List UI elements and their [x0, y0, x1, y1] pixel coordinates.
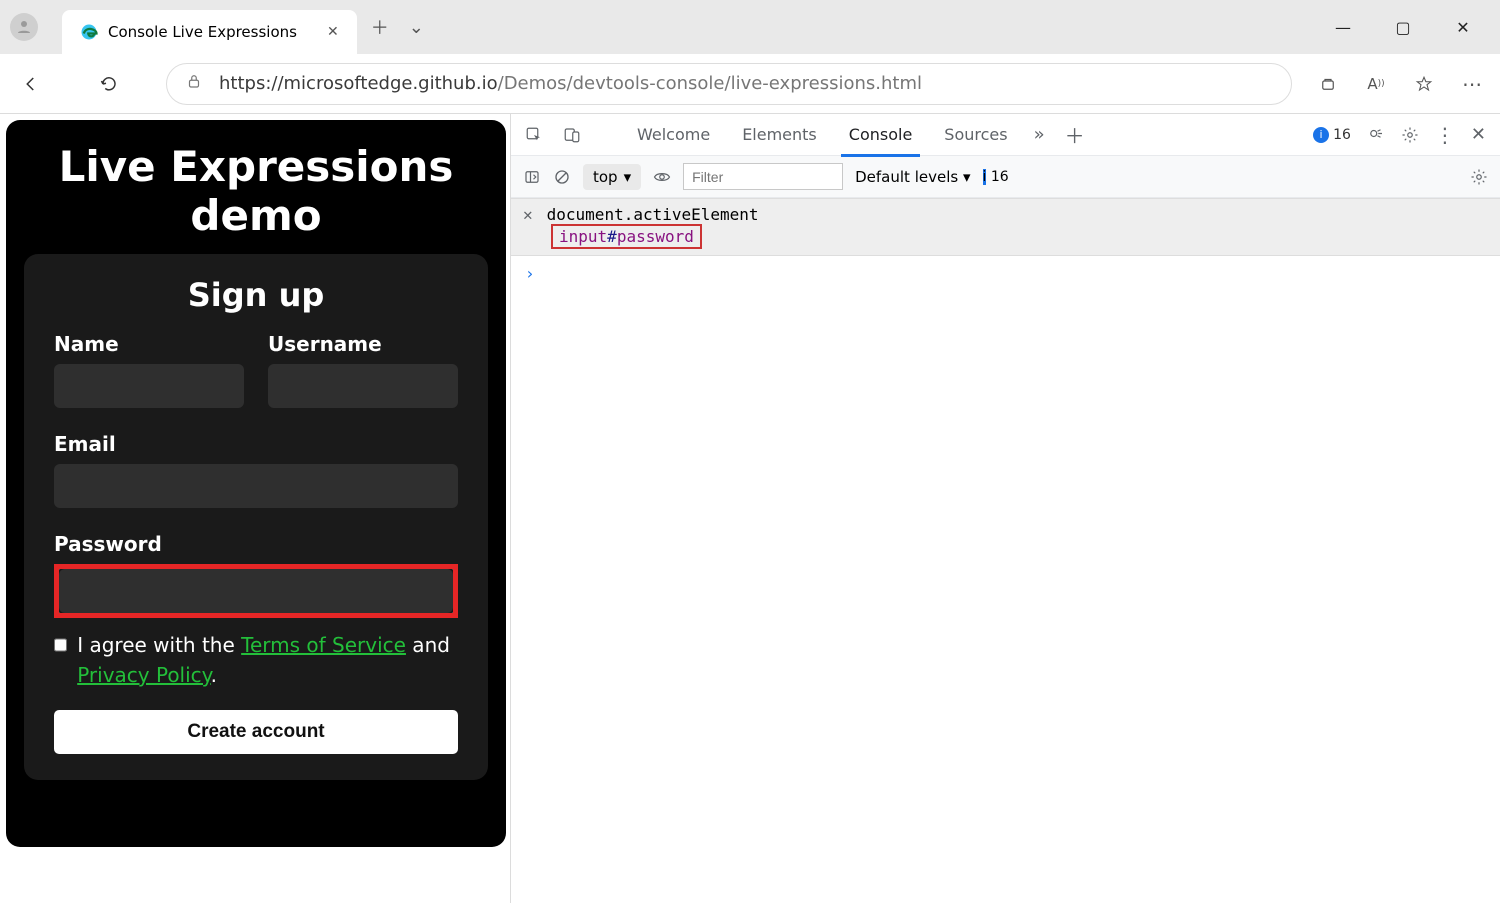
- password-input[interactable]: [59, 569, 453, 613]
- favorite-icon[interactable]: [1410, 70, 1438, 98]
- read-aloud-icon[interactable]: A)): [1362, 70, 1390, 98]
- username-input[interactable]: [268, 364, 458, 408]
- browser-titlebar: Console Live Expressions ✕ ＋ ⌄ — ▢ ✕: [0, 0, 1500, 54]
- agree-text-mid: and: [406, 633, 450, 657]
- lock-icon: [185, 72, 203, 95]
- chevron-down-icon: ▾: [624, 168, 632, 186]
- tab-title: Console Live Expressions: [108, 23, 297, 41]
- window-maximize-button[interactable]: ▢: [1394, 18, 1412, 37]
- tab-welcome[interactable]: Welcome: [631, 115, 716, 154]
- name-input[interactable]: [54, 364, 244, 408]
- more-icon[interactable]: ⋯: [1458, 70, 1486, 98]
- password-label: Password: [54, 532, 458, 556]
- agree-row: I agree with the Terms of Service and Pr…: [54, 630, 458, 690]
- console-prompt-icon: ›: [525, 264, 535, 283]
- agree-checkbox[interactable]: [54, 636, 67, 654]
- page-title: Live Expressions demo: [24, 142, 488, 240]
- agree-text-suffix: .: [211, 663, 217, 687]
- window-minimize-button[interactable]: —: [1334, 18, 1352, 37]
- context-label: top: [593, 168, 618, 186]
- live-expression-result[interactable]: input#password: [551, 224, 702, 249]
- person-icon: [15, 18, 33, 36]
- window-close-button[interactable]: ✕: [1454, 18, 1472, 37]
- live-expression-text[interactable]: document.activeElement: [547, 205, 759, 224]
- hidden-messages-badge[interactable]: i 16: [983, 169, 1009, 185]
- privacy-link[interactable]: Privacy Policy: [77, 663, 210, 687]
- hidden-count: 16: [991, 169, 1009, 185]
- demo-page: Live Expressions demo Sign up Name Usern…: [6, 120, 506, 847]
- more-tabs-icon[interactable]: »: [1034, 124, 1045, 145]
- close-tab-icon[interactable]: ✕: [327, 24, 339, 40]
- form-title: Sign up: [54, 276, 458, 314]
- live-expression-icon[interactable]: [653, 168, 671, 186]
- console-body[interactable]: ›: [511, 256, 1500, 903]
- console-toolbar: top ▾ Default levels ▾ i 16: [511, 156, 1500, 198]
- new-tab-button[interactable]: ＋: [371, 14, 389, 40]
- agree-text-prefix: I agree with the: [77, 633, 241, 657]
- settings-icon[interactable]: [1401, 126, 1419, 144]
- info-dot-icon: i: [1313, 127, 1329, 143]
- tos-link[interactable]: Terms of Service: [241, 633, 406, 657]
- tab-console[interactable]: Console: [843, 115, 919, 154]
- tabs-chevron-icon[interactable]: ⌄: [409, 17, 424, 38]
- create-account-button[interactable]: Create account: [54, 710, 458, 754]
- levels-label: Default levels: [855, 168, 958, 186]
- console-settings-icon[interactable]: [1470, 168, 1488, 186]
- nav-back-button[interactable]: [14, 67, 48, 101]
- email-label: Email: [54, 432, 458, 456]
- email-input[interactable]: [54, 464, 458, 508]
- address-bar: https://microsoftedge.github.io/Demos/de…: [0, 54, 1500, 114]
- tab-sources[interactable]: Sources: [938, 115, 1013, 154]
- browser-tab[interactable]: Console Live Expressions ✕: [62, 10, 357, 54]
- url-text: https://microsoftedge.github.io/Demos/de…: [219, 73, 922, 94]
- context-selector[interactable]: top ▾: [583, 164, 641, 190]
- filter-input[interactable]: [683, 163, 843, 190]
- collections-icon[interactable]: [1314, 70, 1342, 98]
- content-area: Live Expressions demo Sign up Name Usern…: [0, 114, 1500, 903]
- edge-icon: [80, 23, 98, 41]
- add-tab-icon[interactable]: ＋: [1065, 120, 1085, 149]
- devtools-panel: Welcome Elements Console Sources » ＋ i 1…: [510, 114, 1500, 903]
- log-levels-selector[interactable]: Default levels ▾: [855, 168, 970, 186]
- toggle-sidebar-icon[interactable]: [523, 168, 541, 186]
- page-viewport: Live Expressions demo Sign up Name Usern…: [0, 114, 510, 903]
- arrow-left-icon: [22, 75, 40, 93]
- live-expression-row: ✕ document.activeElement input#password: [511, 198, 1500, 256]
- username-label: Username: [268, 332, 458, 356]
- issues-count: 16: [1333, 127, 1351, 143]
- kebab-icon[interactable]: ⋮: [1435, 123, 1455, 147]
- inspect-icon[interactable]: [525, 126, 543, 144]
- name-label: Name: [54, 332, 244, 356]
- tab-elements[interactable]: Elements: [736, 115, 823, 154]
- devtools-close-icon[interactable]: ✕: [1471, 124, 1486, 145]
- refresh-icon: [100, 75, 118, 93]
- url-input[interactable]: https://microsoftedge.github.io/Demos/de…: [166, 63, 1292, 105]
- password-highlight: [54, 564, 458, 618]
- nav-refresh-button[interactable]: [92, 67, 126, 101]
- feedback-icon[interactable]: [1367, 126, 1385, 144]
- devtools-tabstrip: Welcome Elements Console Sources » ＋ i 1…: [511, 114, 1500, 156]
- signup-form: Sign up Name Username Email: [24, 254, 488, 780]
- issues-badge[interactable]: i 16: [1313, 127, 1351, 143]
- device-toggle-icon[interactable]: [563, 126, 581, 144]
- clear-console-icon[interactable]: [553, 168, 571, 186]
- profile-avatar[interactable]: [0, 0, 48, 54]
- remove-expression-icon[interactable]: ✕: [523, 205, 533, 224]
- info-dot-icon: i: [983, 169, 987, 185]
